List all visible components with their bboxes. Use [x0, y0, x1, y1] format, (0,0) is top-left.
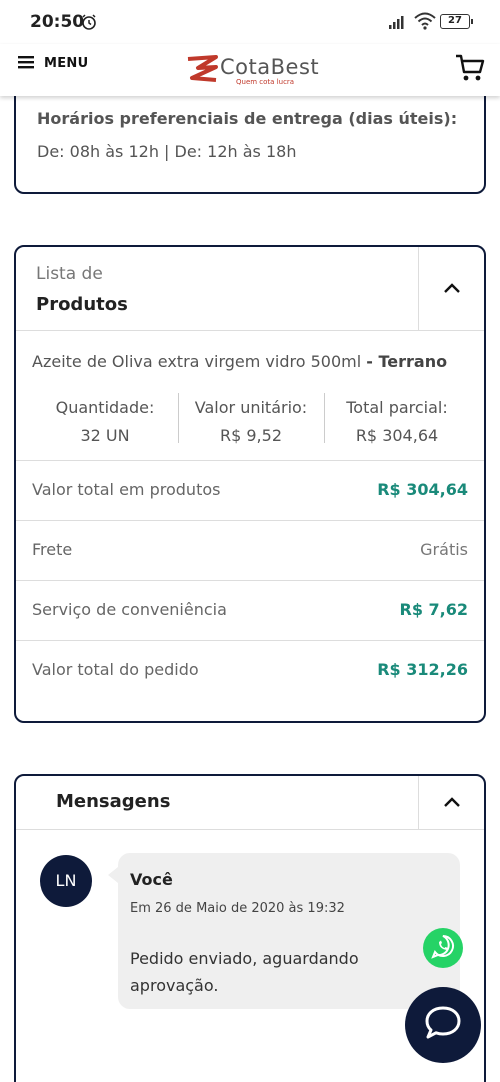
messages-title: Mensagens	[56, 791, 171, 812]
partial-total-column: Total parcial: R$ 304,64	[324, 394, 470, 450]
unit-price-value: R$ 9,52	[219, 426, 282, 445]
summary-value: R$ 312,26	[377, 660, 468, 679]
chat-bubble-icon	[423, 1004, 463, 1046]
cart-icon	[455, 54, 485, 86]
quantity-column: Quantidade: 32 UN	[32, 394, 178, 450]
cart-button[interactable]	[455, 54, 485, 86]
products-collapse-button[interactable]	[418, 247, 484, 330]
summary-row-shipping: Frete Grátis	[16, 520, 484, 580]
delivery-title: Horários preferenciais de entrega (dias …	[37, 109, 458, 128]
product-name: Azeite de Oliva extra virgem vidro 500ml…	[32, 352, 448, 371]
signal-icon	[388, 14, 408, 33]
chevron-up-icon	[443, 793, 461, 812]
logo-name: CotaBest	[220, 55, 320, 79]
partial-total-value: R$ 304,64	[355, 426, 439, 445]
alarm-icon	[80, 13, 98, 35]
summary-label: Valor total do pedido	[32, 660, 199, 679]
logo-tagline: Quem cota lucra	[236, 78, 295, 86]
summary-value: Grátis	[420, 540, 468, 559]
logo-mark-icon	[186, 54, 220, 88]
chat-button[interactable]	[405, 987, 481, 1063]
whatsapp-icon	[430, 933, 456, 963]
menu-label: MENU	[44, 56, 89, 71]
delivery-hours: De: 08h às 12h | De: 12h às 18h	[37, 142, 297, 161]
summary-label: Serviço de conveniência	[32, 600, 227, 619]
message-author: Você	[130, 870, 173, 889]
products-header[interactable]: Lista de Produtos	[16, 247, 484, 331]
unit-price-label: Valor unitário:	[194, 398, 308, 417]
summary-row-convenience: Serviço de conveniência R$ 7,62	[16, 580, 484, 640]
messages-header[interactable]: Mensagens	[16, 776, 484, 830]
messages-collapse-button[interactable]	[418, 776, 484, 829]
unit-price-column: Valor unitário: R$ 9,52	[178, 394, 324, 450]
products-card: Lista de Produtos Azeite de Oliva extra …	[14, 245, 486, 723]
summary-value: R$ 7,62	[399, 600, 469, 619]
quantity-value: 32 UN	[80, 426, 130, 445]
products-header-title: Produtos	[36, 294, 128, 315]
status-bar: 20:50 27	[0, 0, 500, 44]
status-time: 20:50	[30, 12, 85, 32]
message-date: Em 26 de Maio de 2020 às 19:32	[130, 901, 345, 916]
battery-icon: 27	[440, 14, 473, 29]
menu-button[interactable]: MENU	[18, 54, 88, 73]
quantity-label: Quantidade:	[55, 398, 155, 417]
summary-row-order-total: Valor total do pedido R$ 312,26	[16, 640, 484, 700]
partial-total-label: Total parcial:	[346, 398, 448, 417]
cotabest-logo[interactable]: CotaBest Quem cota lucra	[186, 54, 319, 88]
summary-row-products-total: Valor total em produtos R$ 304,64	[16, 460, 484, 520]
summary-label: Frete	[32, 540, 73, 559]
message-text: Pedido enviado, aguardando aprovação.	[130, 949, 359, 995]
summary-value: R$ 304,64	[377, 480, 468, 499]
summary-label: Valor total em produtos	[32, 480, 221, 499]
message-bubble: Você Em 26 de Maio de 2020 às 19:32 Pedi…	[108, 853, 460, 1009]
avatar: LN	[40, 855, 92, 907]
whatsapp-button[interactable]	[423, 928, 463, 968]
product-brand: - Terrano	[366, 352, 448, 371]
products-header-sub: Lista de	[36, 264, 103, 284]
chevron-up-icon	[443, 279, 461, 298]
hamburger-icon	[18, 54, 34, 73]
wifi-icon	[414, 12, 436, 34]
app-header: MENU CotaBest Quem cota lucra	[0, 44, 500, 96]
